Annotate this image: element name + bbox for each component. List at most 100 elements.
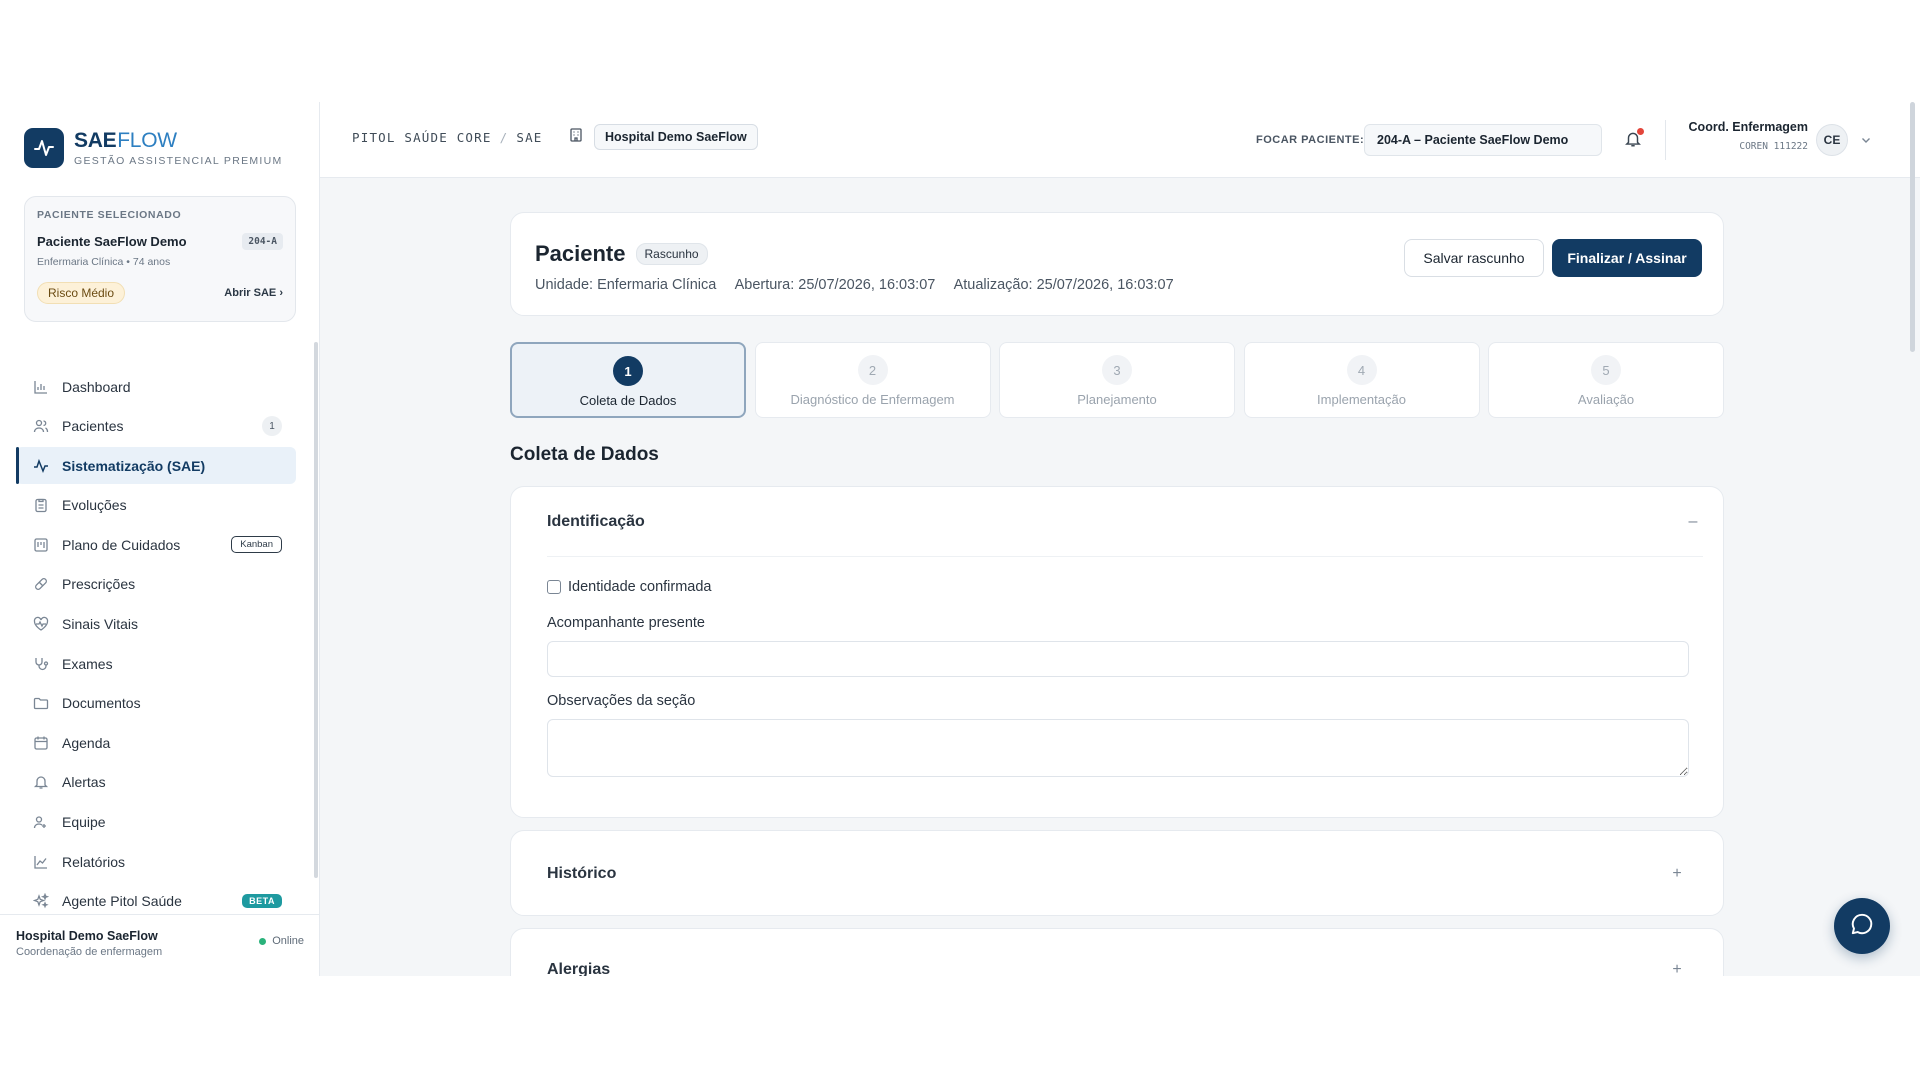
step-implementacao[interactable]: 4 Implementação [1243, 342, 1480, 418]
sidebar-item-prescricoes[interactable]: Prescrições [16, 566, 296, 603]
sidebar-item-label: Alertas [62, 774, 106, 791]
sidebar-item-plano-cuidados[interactable]: Plano de Cuidados Kanban [16, 526, 296, 563]
sidebar-item-label: Exames [62, 655, 113, 672]
step-coleta-dados[interactable]: 1 Coleta de Dados [510, 342, 746, 418]
logo-icon [24, 128, 64, 168]
record-header-card: Paciente Rascunho Unidade: Enfermaria Cl… [510, 212, 1724, 316]
step-avaliacao[interactable]: 5 Avaliação [1488, 342, 1724, 418]
selected-patient-label: PACIENTE SELECIONADO [37, 209, 182, 221]
chat-button[interactable] [1834, 898, 1890, 954]
step-number: 5 [1591, 355, 1621, 385]
sparkles-icon [32, 892, 50, 910]
user-coren: COREN 111222 [1739, 141, 1808, 152]
notifications-button[interactable] [1624, 128, 1644, 153]
step-label: Planejamento [1077, 392, 1157, 407]
sidebar-item-sae[interactable]: Sistematização (SAE) [16, 447, 296, 485]
sidebar-item-label: Evoluções [62, 497, 127, 514]
sidebar-item-label: Relatórios [62, 853, 126, 870]
sidebar-item-label: Pacientes [62, 418, 124, 435]
accordion-title: Histórico [547, 865, 617, 882]
risk-badge: Risco Médio [37, 282, 126, 304]
accordion-header[interactable]: Histórico + [547, 831, 1687, 917]
footer-role: Coordenação de enfermagem [16, 946, 163, 958]
notes-label: Observações da seção [547, 693, 696, 709]
sidebar-item-dashboard[interactable]: Dashboard [16, 368, 296, 405]
sidebar-item-documentos[interactable]: Documentos [16, 685, 296, 722]
section-title: Coleta de Dados [510, 444, 659, 465]
chat-bubble-icon [1849, 911, 1875, 942]
step-label: Implementação [1317, 392, 1406, 407]
save-draft-button[interactable]: Salvar rascunho [1404, 239, 1544, 277]
count-badge: 1 [262, 416, 282, 437]
sidebar-scrollbar[interactable] [314, 342, 318, 878]
brand[interactable]: SAEFLOW GESTÃO ASSISTENCIAL PREMIUM [24, 128, 283, 168]
stethoscope-icon [32, 655, 50, 673]
accordion-header[interactable]: Alergias + [547, 929, 1687, 976]
step-number: 4 [1346, 355, 1377, 385]
breadcrumb-item[interactable]: PITOL SAÚDE CORE [352, 130, 492, 145]
sidebar-item-agenda[interactable]: Agenda [16, 724, 296, 761]
sidebar-item-alertas[interactable]: Alertas [16, 764, 296, 801]
online-status: Online [259, 935, 304, 947]
bar-chart-icon [32, 378, 50, 396]
sidebar-item-label: Plano de Cuidados [62, 536, 181, 553]
sidebar-footer: Hospital Demo SaeFlow Coordenação de enf… [0, 914, 320, 976]
sidebar-item-label: Dashboard [62, 378, 131, 395]
step-number: 3 [1102, 355, 1132, 385]
main-scrollbar[interactable] [1910, 102, 1915, 352]
sidebar-nav: Dashboard Pacientes 1 Sistematização (SA… [16, 368, 296, 922]
line-chart-icon [32, 853, 50, 871]
avatar[interactable]: CE [1816, 124, 1848, 156]
beta-badge: BETA [242, 894, 282, 909]
sidebar-item-pacientes[interactable]: Pacientes 1 [16, 408, 296, 445]
focus-patient-select[interactable]: 204-A – Paciente SaeFlow Demo [1364, 124, 1602, 156]
selected-patient-card: PACIENTE SELECIONADO Paciente SaeFlow De… [24, 196, 296, 322]
sidebar-item-equipe[interactable]: Equipe [16, 804, 296, 841]
patient-meta: Enfermaria Clínica • 74 anos [37, 256, 171, 268]
patient-name: Paciente SaeFlow Demo [37, 234, 187, 249]
accordion-title: Identificação [547, 512, 645, 530]
sidebar-item-label: Agente Pitol Saúde [62, 893, 182, 910]
brand-name-accent: FLOW [117, 129, 177, 152]
sidebar-item-label: Agenda [62, 734, 111, 751]
step-diagnostico[interactable]: 2 Diagnóstico de Enfermagem [754, 342, 991, 418]
accordion-header[interactable]: Identificação – [547, 487, 1703, 557]
sidebar-item-label: Sistematização (SAE) [62, 457, 206, 474]
accordion-title: Alergias [547, 961, 611, 976]
clipboard-icon [32, 496, 50, 514]
open-sae-link[interactable]: Abrir SAE › [224, 287, 283, 299]
users-icon [32, 417, 50, 435]
identity-confirmed-checkbox[interactable] [547, 580, 561, 594]
focus-patient-label: FOCAR PACIENTE: [1256, 134, 1365, 146]
breadcrumb-item[interactable]: SAE [516, 130, 542, 145]
sidebar-item-evolucoes[interactable]: Evoluções [16, 487, 296, 524]
record-meta: Unidade: Enfermaria Clínica Abertura: 25… [535, 277, 1189, 293]
notes-textarea[interactable] [547, 719, 1689, 777]
record-unit: Unidade: Enfermaria Clínica [535, 277, 717, 293]
step-label: Diagnóstico de Enfermagem [790, 392, 955, 407]
hospital-selector[interactable]: Hospital Demo SaeFlow [568, 124, 758, 150]
activity-icon [32, 457, 50, 475]
bell-icon [1624, 132, 1642, 152]
accordion-alergias: Alergias + [510, 928, 1724, 976]
expand-icon[interactable]: + [1667, 961, 1687, 976]
accordion-identificacao: Identificação – Identidade confirmada Ac… [510, 486, 1724, 818]
step-planejamento[interactable]: 3 Planejamento [999, 342, 1235, 418]
companion-input[interactable] [547, 641, 1689, 677]
user-info[interactable]: Coord. Enfermagem COREN 111222 [1684, 120, 1808, 152]
building-icon [568, 127, 584, 148]
finalize-sign-button[interactable]: Finalizar / Assinar [1552, 239, 1702, 277]
user-name: Coord. Enfermagem [1688, 120, 1808, 134]
chevron-down-icon[interactable] [1860, 133, 1872, 151]
sidebar-item-exames[interactable]: Exames [16, 645, 296, 682]
step-label: Coleta de Dados [579, 393, 677, 408]
brand-tagline: GESTÃO ASSISTENCIAL PREMIUM [74, 155, 283, 167]
collapse-icon[interactable]: – [1683, 513, 1703, 531]
identity-confirmed-row[interactable]: Identidade confirmada [547, 579, 712, 595]
expand-icon[interactable]: + [1667, 865, 1687, 883]
accordion-historico: Histórico + [510, 830, 1724, 916]
sidebar-item-label: Prescrições [62, 576, 136, 593]
sidebar-item-relatorios[interactable]: Relatórios [16, 843, 296, 880]
sidebar-item-sinais-vitais[interactable]: Sinais Vitais [16, 606, 296, 643]
team-icon [32, 813, 50, 831]
